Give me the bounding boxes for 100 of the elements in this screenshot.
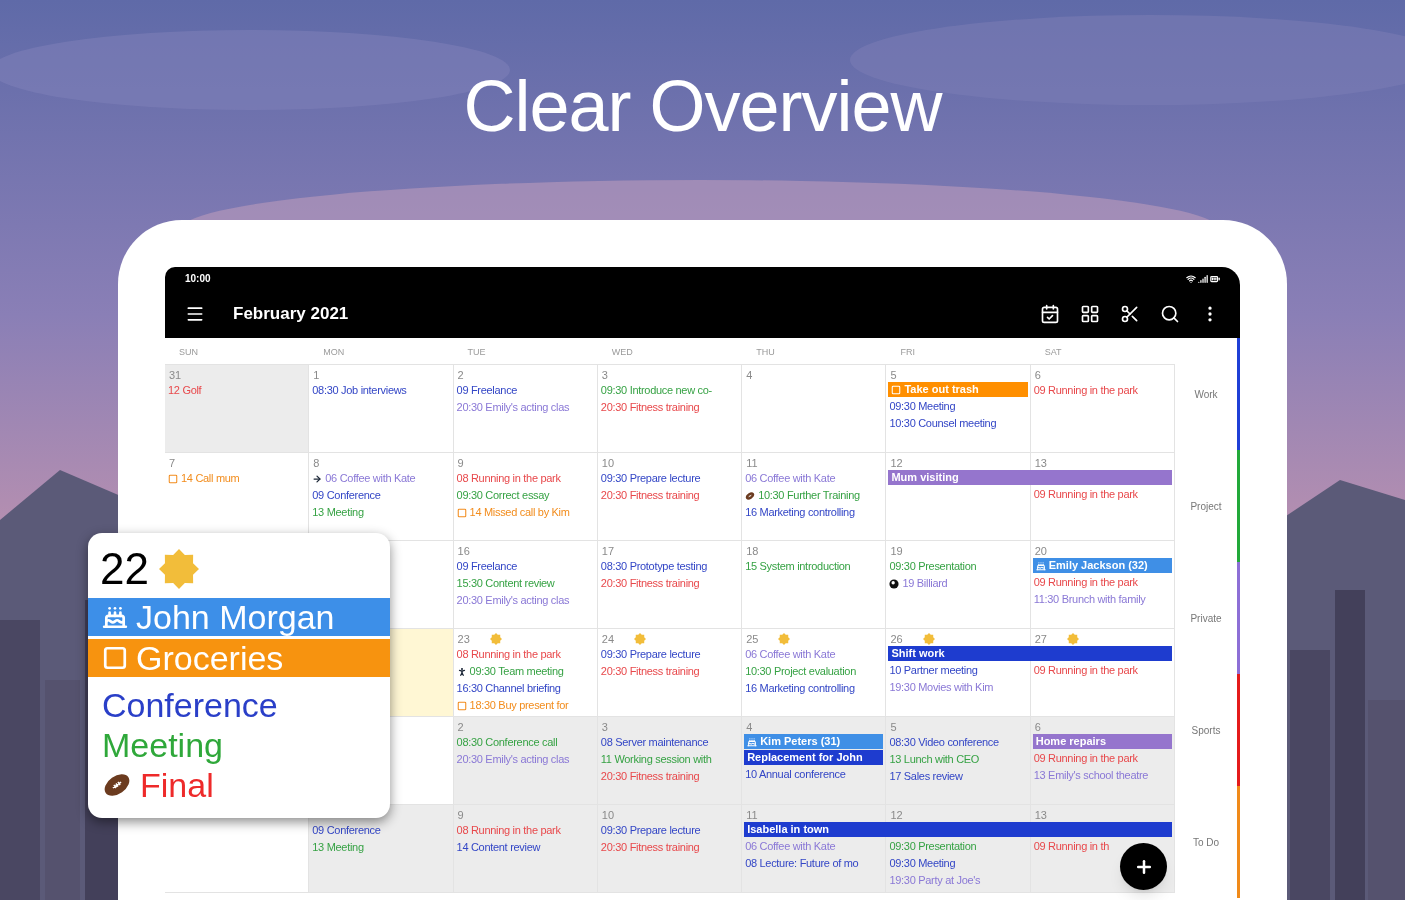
category-label[interactable]: Private [1190, 610, 1222, 626]
day-cell[interactable]: 26 Shift work 10 Partner meeting 19:30 Movies with Kim [886, 629, 1031, 716]
event-entry[interactable]: 09:30 Prepare lecture [600, 470, 739, 487]
event-entry[interactable]: 20:30 Fitness training [600, 839, 739, 856]
event-entry[interactable]: 09 Running in the park [1033, 486, 1171, 503]
event-entry[interactable]: 20:30 Emily's acting clas [456, 399, 594, 416]
event-bar[interactable]: Replacement for John [744, 750, 884, 765]
day-cell[interactable]: 1 08:30 Job interviews [309, 365, 454, 452]
event-entry[interactable]: 12 Golf [168, 382, 306, 399]
event-entry[interactable]: 06 Coffee with Kate [745, 646, 883, 663]
event-entry[interactable]: 08 Running in the park [456, 470, 594, 487]
day-cell[interactable]: 4 Kim Peters (31) Replacement for John 10 Annual conference [742, 717, 887, 804]
event-entry[interactable]: 13 Meeting [312, 504, 450, 521]
event-entry[interactable]: 06 Coffee with Kate [312, 470, 450, 487]
event-entry[interactable]: 11 Working session with [600, 751, 739, 768]
day-cell[interactable]: 10 09:30 Prepare lecture 20:30 Fitness training [597, 805, 743, 892]
day-cell[interactable]: 3 08 Server maintenance 11 Working session with 20:30 Fitness training [597, 717, 743, 804]
event-entry[interactable]: 09:30 Presentation [889, 558, 1027, 575]
event-entry[interactable]: 09:30 Meeting [889, 855, 1027, 872]
event-entry[interactable]: 15:30 Content review [456, 575, 594, 592]
day-cell[interactable]: 2 08:30 Conference call 20:30 Emily's acting clas [453, 717, 598, 804]
event-entry[interactable]: 06 Coffee with Kate [745, 838, 883, 855]
event-entry[interactable]: 20:30 Fitness training [600, 768, 739, 785]
event-entry[interactable]: 09 Running in th [1033, 838, 1171, 855]
event-entry[interactable]: 14 Missed call by Kim [456, 504, 594, 521]
event-entry[interactable]: 06 Coffee with Kate [745, 470, 883, 487]
event-entry[interactable]: 09:30 Prepare lecture [600, 822, 739, 839]
event-entry[interactable]: 09 Running in the park [1033, 382, 1171, 399]
event-entry[interactable]: 19:30 Party at Joe's [889, 872, 1027, 889]
event-bar[interactable]: John Morgan [88, 598, 390, 636]
event-entry[interactable]: 14 Call mum [168, 470, 306, 487]
day-cell[interactable]: 2 09 Freelance 20:30 Emily's acting clas [453, 365, 598, 452]
event-entry[interactable]: 10:30 Project evaluation [745, 663, 883, 680]
event-entry[interactable]: 09 Running in the park [1033, 574, 1171, 591]
event-entry[interactable]: 09:30 Correct essay [456, 487, 594, 504]
event-entry[interactable]: 09 Freelance [456, 382, 594, 399]
grid-icon[interactable] [1080, 304, 1100, 324]
day-cell[interactable]: 13 09 Running in the park [1030, 453, 1175, 540]
calendar-icon[interactable] [1040, 304, 1060, 324]
event-entry[interactable]: 13 Lunch with CEO [889, 751, 1027, 768]
search-icon[interactable] [1160, 304, 1180, 324]
day-cell[interactable]: 6 Home repairs 09 Running in the park 13 Emily's school theatre [1030, 717, 1175, 804]
event-entry[interactable]: 14 Content review [456, 839, 594, 856]
event-entry[interactable]: 08:30 Job interviews [312, 382, 450, 399]
day-cell[interactable]: 8 06 Coffee with Kate 09 Conference 13 Meeting [309, 453, 454, 540]
event-entry[interactable]: 20:30 Fitness training [600, 575, 739, 592]
event-entry[interactable]: 08 Running in the park [456, 822, 594, 839]
event-bar[interactable]: Emily Jackson (32) [1032, 558, 1172, 573]
day-cell[interactable]: 12 09:30 Presentation 09:30 Meeting 19:30 Party at Joe's [886, 805, 1031, 892]
event-entry[interactable]: 08 Running in the park [456, 646, 594, 663]
event-entry[interactable]: 20:30 Fitness training [600, 487, 739, 504]
event-entry[interactable]: 08:30 Prototype testing [600, 558, 739, 575]
event-entry[interactable]: 09:30 Introduce new co- [600, 382, 739, 399]
category-label[interactable]: Project [1190, 498, 1222, 514]
event-bar[interactable]: Home repairs [1032, 734, 1172, 749]
category-label[interactable]: Sports [1191, 722, 1221, 738]
event-bar[interactable]: Isabella in town [744, 822, 887, 837]
event-entry[interactable]: 09:30 Prepare lecture [600, 646, 739, 663]
event-entry[interactable]: 10 Annual conference [745, 766, 883, 783]
event-entry[interactable]: 09 Freelance [456, 558, 594, 575]
event-entry[interactable]: 08:30 Video conference [889, 734, 1027, 751]
event-entry[interactable]: 09 Conference [312, 822, 450, 839]
event-bar[interactable]: Mum visiting [888, 470, 1031, 485]
event-entry[interactable]: 19 Billiard [889, 575, 1027, 592]
event-bar[interactable]: Take out trash [888, 382, 1028, 397]
day-cell[interactable]: 5 Take out trash 09:30 Meeting 10:30 Counsel meeting [886, 365, 1031, 452]
day-cell[interactable]: 27 09 Running in the park [1030, 629, 1175, 716]
event-entry[interactable]: 20:30 Emily's acting clas [456, 751, 594, 768]
event-entry[interactable]: 08 Lecture: Future of mo [745, 855, 883, 872]
event-entry[interactable]: 20:30 Fitness training [600, 663, 739, 680]
day-cell[interactable]: 5 08:30 Video conference 13 Lunch with CEO 17 Sales review [886, 717, 1031, 804]
day-cell[interactable]: 20 Emily Jackson (32) 09 Running in the park 11:30 Brunch with family [1030, 541, 1175, 628]
day-cell[interactable]: 31 12 Golf [165, 365, 310, 452]
day-cell[interactable]: 25 06 Coffee with Kate 10:30 Project evaluation 16 Marketing controlling [742, 629, 887, 716]
event-bar[interactable]: Kim Peters (31) [744, 734, 884, 749]
event-entry[interactable]: 09:30 Team meeting [456, 663, 594, 680]
day-cell[interactable]: 9 08 Running in the park 14 Content review [453, 805, 598, 892]
day-cell[interactable]: 9 08 Running in the park 09:30 Correct essay 14 Missed call by Kim [453, 453, 598, 540]
event-bar[interactable]: Groceries [88, 639, 390, 677]
event-entry[interactable]: 17 Sales review [889, 768, 1027, 785]
event-entry[interactable]: 19:30 Movies with Kim [889, 679, 1027, 696]
event-entry[interactable]: 20:30 Emily's acting clas [456, 592, 594, 609]
event-entry[interactable]: 15 System introduction [745, 558, 883, 575]
event-entry[interactable]: 16 Marketing controlling [745, 680, 883, 697]
event-entry[interactable]: 13 Meeting [312, 839, 450, 856]
event-entry[interactable]: 09:30 Meeting [889, 398, 1027, 415]
event-entry[interactable]: 16 Marketing controlling [745, 504, 883, 521]
day-cell[interactable]: 12 Mum visiting [886, 453, 1031, 540]
event-entry[interactable]: 09 Running in the park [1033, 662, 1171, 679]
event-bar[interactable]: Shift work [888, 646, 1031, 661]
event-entry[interactable]: 10:30 Further Training [745, 487, 883, 504]
event-entry[interactable]: 16:30 Channel briefing [456, 680, 594, 697]
day-cell[interactable]: 16 09 Freelance 15:30 Content review 20:30 Emily's acting clas [453, 541, 598, 628]
day-cell[interactable]: 09 Conference 13 Meeting [309, 805, 454, 892]
event-entry[interactable]: Meeting [88, 725, 390, 765]
day-cell[interactable]: 11 06 Coffee with Kate 10:30 Further Training 16 Marketing controlling [742, 453, 887, 540]
day-cell[interactable]: 23 08 Running in the park 09:30 Team meeting 16:30 Channel briefing 18:30 Buy present for [453, 629, 598, 716]
event-entry[interactable]: 11:30 Brunch with family [1033, 591, 1171, 608]
event-entry[interactable]: 10 Partner meeting [889, 662, 1027, 679]
category-label[interactable]: To Do [1192, 834, 1220, 850]
